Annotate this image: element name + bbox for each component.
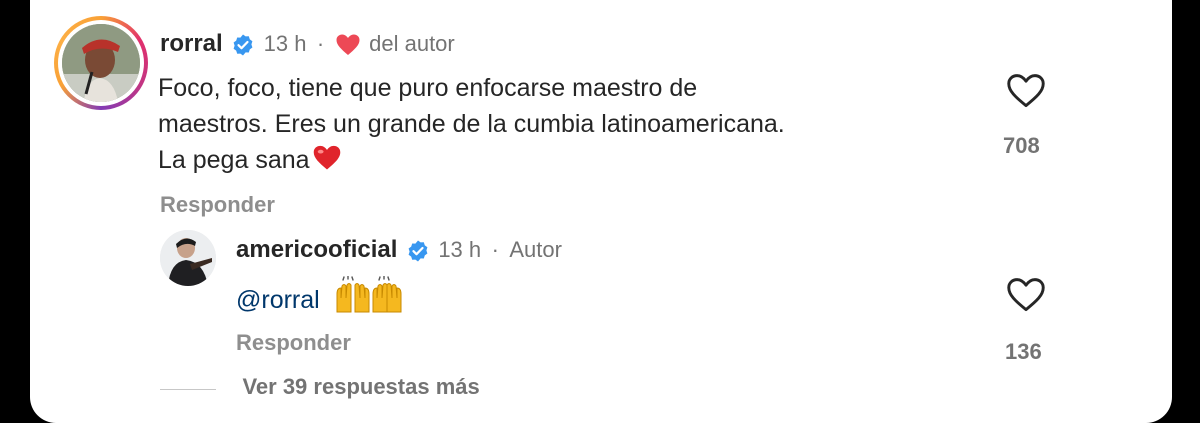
author-label: Autor bbox=[509, 237, 562, 262]
liked-by-author-label: del autor bbox=[369, 31, 455, 56]
verified-badge-icon bbox=[408, 240, 428, 262]
verified-badge-icon bbox=[233, 34, 253, 56]
raising-hands-emoji bbox=[336, 275, 402, 313]
reply-like-heart-icon[interactable] bbox=[1006, 276, 1046, 314]
rorral-avatar[interactable] bbox=[62, 24, 140, 102]
comment-text-line: Foco, foco, tiene que puro enfocarse mae… bbox=[158, 74, 698, 102]
reply-like-count: 136 bbox=[1005, 339, 1042, 364]
red-heart-emoji bbox=[313, 145, 340, 170]
meta-separator: · bbox=[491, 237, 499, 262]
comment-card: rorral 13 h · del autor Foco, foco, tien… bbox=[30, 0, 1172, 423]
comment-text: Foco, foco, tiene que puro enfocarse mae… bbox=[158, 70, 785, 178]
view-more-replies-label[interactable]: Ver 39 respuestas más bbox=[242, 374, 479, 399]
meta-separator: · bbox=[316, 31, 325, 56]
comment-text-line: maestros. Eres un grande de la cumbia la… bbox=[158, 110, 785, 138]
comment-username[interactable]: rorral bbox=[160, 30, 223, 57]
view-more-replies[interactable]: Ver 39 respuestas más bbox=[160, 372, 480, 402]
reply-timestamp: 13 h bbox=[438, 237, 482, 262]
divider-line bbox=[160, 389, 216, 391]
comment-timestamp: 13 h bbox=[263, 31, 307, 56]
comment-text-line: La pega sana bbox=[158, 142, 785, 178]
americooficial-avatar[interactable] bbox=[160, 230, 216, 286]
comment-like-heart-icon[interactable] bbox=[1006, 72, 1046, 110]
comment-reply-button[interactable]: Responder bbox=[160, 192, 275, 218]
heart-filled-icon bbox=[336, 34, 360, 55]
comment-like-count: 708 bbox=[1003, 133, 1040, 158]
reply-reply-button[interactable]: Responder bbox=[236, 330, 351, 356]
mention-link[interactable]: @rorral bbox=[236, 286, 320, 314]
reply-username[interactable]: americooficial bbox=[236, 236, 397, 263]
reply-text: @rorral bbox=[236, 275, 405, 318]
rorral-avatar-ring[interactable] bbox=[54, 16, 148, 110]
